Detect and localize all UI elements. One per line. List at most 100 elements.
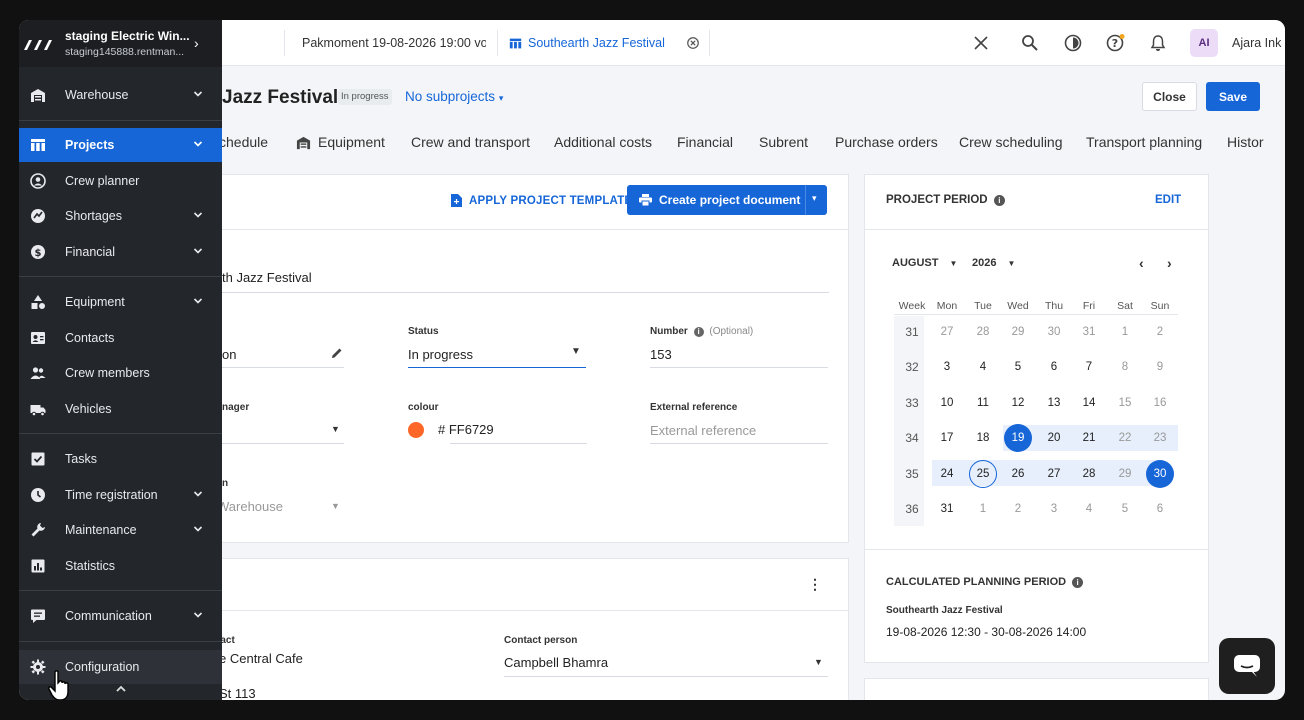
calendar-day[interactable]: 27 bbox=[933, 318, 961, 346]
calendar-day[interactable]: 16 bbox=[1146, 389, 1174, 417]
chevron-right-icon[interactable]: › bbox=[1167, 255, 1172, 271]
help-icon[interactable]: ? bbox=[1104, 31, 1128, 55]
calendar-day[interactable]: 3 bbox=[1040, 495, 1068, 523]
calendar-day[interactable]: 26 bbox=[1004, 460, 1032, 488]
calendar-day[interactable]: 1 bbox=[969, 495, 997, 523]
calendar-day[interactable]: 4 bbox=[1075, 495, 1103, 523]
project-name-value[interactable]: th Jazz Festival bbox=[222, 270, 312, 285]
sidebar-item-crew-planner[interactable]: Crew planner bbox=[19, 164, 222, 198]
calendar-day[interactable]: 23 bbox=[1146, 424, 1174, 452]
calendar-day[interactable]: 6 bbox=[1146, 495, 1174, 523]
tab-history[interactable]: Histor bbox=[1227, 134, 1264, 150]
search-icon[interactable] bbox=[1018, 31, 1042, 55]
caret-down-icon[interactable]: ▼ bbox=[331, 424, 340, 434]
calendar-day[interactable]: 3 bbox=[933, 353, 961, 381]
tab-financial[interactable]: Financial bbox=[677, 134, 733, 150]
calendar-day[interactable]: 31 bbox=[933, 495, 961, 523]
calendar-day[interactable]: 18 bbox=[969, 424, 997, 452]
contact-value[interactable]: e Central Cafe bbox=[219, 651, 303, 666]
calendar-day[interactable]: 10 bbox=[933, 389, 961, 417]
calendar-day[interactable]: 30 bbox=[1146, 460, 1174, 488]
calendar-day[interactable]: 2 bbox=[1146, 318, 1174, 346]
calendar-day[interactable]: 1 bbox=[1111, 318, 1139, 346]
user-name[interactable]: Ajara Ink bbox=[1232, 36, 1281, 50]
caret-down-icon[interactable]: ▼ bbox=[814, 657, 823, 667]
more-options-icon[interactable]: ⋮ bbox=[808, 574, 822, 594]
tab-pakmoment[interactable]: Pakmoment 19-08-2026 19:00 voo bbox=[296, 20, 486, 66]
calendar-day[interactable]: 13 bbox=[1040, 389, 1068, 417]
caret-down-icon[interactable]: ▼ bbox=[331, 501, 340, 511]
close-button[interactable]: Close bbox=[1142, 82, 1197, 111]
sidebar-item-tasks[interactable]: Tasks bbox=[19, 442, 222, 476]
calendar-day[interactable]: 5 bbox=[1111, 495, 1139, 523]
calendar-day[interactable]: 4 bbox=[969, 353, 997, 381]
tab-crew-and-transport[interactable]: Crew and transport bbox=[411, 134, 530, 150]
colour-swatch[interactable] bbox=[408, 422, 424, 438]
create-project-document-button[interactable]: Create project document ▾ bbox=[627, 185, 827, 215]
sidebar-item-financial[interactable]: $ Financial bbox=[19, 235, 222, 269]
tab-equipment[interactable]: Equipment bbox=[296, 134, 385, 150]
calendar-day[interactable]: 28 bbox=[969, 318, 997, 346]
calendar-day[interactable]: 24 bbox=[933, 460, 961, 488]
edit-period-link[interactable]: EDIT bbox=[1155, 194, 1181, 206]
calendar-day[interactable]: 28 bbox=[1075, 460, 1103, 488]
number-value[interactable]: 153 bbox=[650, 347, 672, 362]
calendar-day[interactable]: 19 bbox=[1004, 424, 1032, 452]
caret-down-icon[interactable]: ▾ bbox=[812, 193, 817, 204]
tab-purchase-orders[interactable]: Purchase orders bbox=[835, 134, 938, 150]
sidebar-item-maintenance[interactable]: Maintenance bbox=[19, 513, 222, 547]
external-reference-input[interactable]: External reference bbox=[650, 423, 756, 438]
calendar-day[interactable]: 17 bbox=[933, 424, 961, 452]
tab-southearth-jazz-festival[interactable]: Southearth Jazz Festival bbox=[509, 20, 665, 66]
calendar-day[interactable]: 6 bbox=[1040, 353, 1068, 381]
sidebar-item-shortages[interactable]: Shortages bbox=[19, 199, 222, 233]
sidebar-item-crew-members[interactable]: Crew members bbox=[19, 356, 222, 390]
caret-down-icon[interactable]: ▼ bbox=[571, 346, 581, 357]
calendar-day[interactable]: 15 bbox=[1111, 389, 1139, 417]
calendar-day[interactable]: 12 bbox=[1004, 389, 1032, 417]
calendar-day[interactable]: 20 bbox=[1040, 424, 1068, 452]
year-select[interactable]: 2026 ▼ bbox=[972, 257, 1015, 269]
sidebar-item-contacts[interactable]: Contacts bbox=[19, 321, 222, 355]
calendar-day[interactable]: 31 bbox=[1075, 318, 1103, 346]
calendar-day[interactable]: 25 bbox=[969, 460, 997, 488]
bell-icon[interactable] bbox=[1146, 31, 1170, 55]
sidebar-item-equipment[interactable]: Equipment bbox=[19, 285, 222, 319]
chevron-left-icon[interactable]: ‹ bbox=[1139, 255, 1144, 271]
pencil-icon[interactable] bbox=[331, 347, 343, 359]
calendar-day[interactable]: 21 bbox=[1075, 424, 1103, 452]
sidebar-item-communication[interactable]: Communication bbox=[19, 599, 222, 633]
tab-schedule[interactable]: chedule bbox=[219, 134, 268, 150]
organization-switcher[interactable]: staging Electric Win... staging145888.re… bbox=[19, 20, 222, 67]
calendar-day[interactable]: 8 bbox=[1111, 353, 1139, 381]
calendar-day[interactable]: 2 bbox=[1004, 495, 1032, 523]
colour-value[interactable]: # FF6729 bbox=[438, 422, 494, 437]
tab-crew-scheduling[interactable]: Crew scheduling bbox=[959, 134, 1063, 150]
contact-person-value[interactable]: Campbell Bhamra bbox=[504, 655, 608, 670]
tab-additional-costs[interactable]: Additional costs bbox=[554, 134, 652, 150]
month-select[interactable]: AUGUST ▼ bbox=[892, 257, 957, 269]
calendar-day[interactable]: 14 bbox=[1075, 389, 1103, 417]
calendar-day[interactable]: 29 bbox=[1111, 460, 1139, 488]
sidebar-item-projects[interactable]: Projects bbox=[19, 128, 222, 162]
calendar-day[interactable]: 22 bbox=[1111, 424, 1139, 452]
name-field-value[interactable]: on bbox=[222, 347, 236, 362]
location-select-value[interactable]: Warehouse bbox=[217, 499, 283, 514]
timer-icon[interactable] bbox=[1061, 31, 1085, 55]
chat-launcher-button[interactable] bbox=[1219, 638, 1275, 694]
avatar[interactable]: AI bbox=[1190, 29, 1218, 57]
sidebar-item-statistics[interactable]: Statistics bbox=[19, 549, 222, 583]
calendar-day[interactable]: 30 bbox=[1040, 318, 1068, 346]
calendar-day[interactable]: 9 bbox=[1146, 353, 1174, 381]
tab-subrent[interactable]: Subrent bbox=[759, 134, 808, 150]
save-button[interactable]: Save bbox=[1206, 82, 1260, 111]
tab-transport-planning[interactable]: Transport planning bbox=[1086, 134, 1202, 150]
close-tab-icon[interactable] bbox=[681, 31, 705, 55]
subprojects-dropdown[interactable]: No subprojects ▾ bbox=[405, 89, 503, 104]
sidebar-item-vehicles[interactable]: Vehicles bbox=[19, 392, 222, 426]
calendar-day[interactable]: 27 bbox=[1040, 460, 1068, 488]
sidebar-item-time-registration[interactable]: Time registration bbox=[19, 478, 222, 512]
close-icon[interactable] bbox=[969, 31, 993, 55]
calendar-day[interactable]: 11 bbox=[969, 389, 997, 417]
sidebar-item-warehouse[interactable]: Warehouse bbox=[19, 78, 222, 112]
